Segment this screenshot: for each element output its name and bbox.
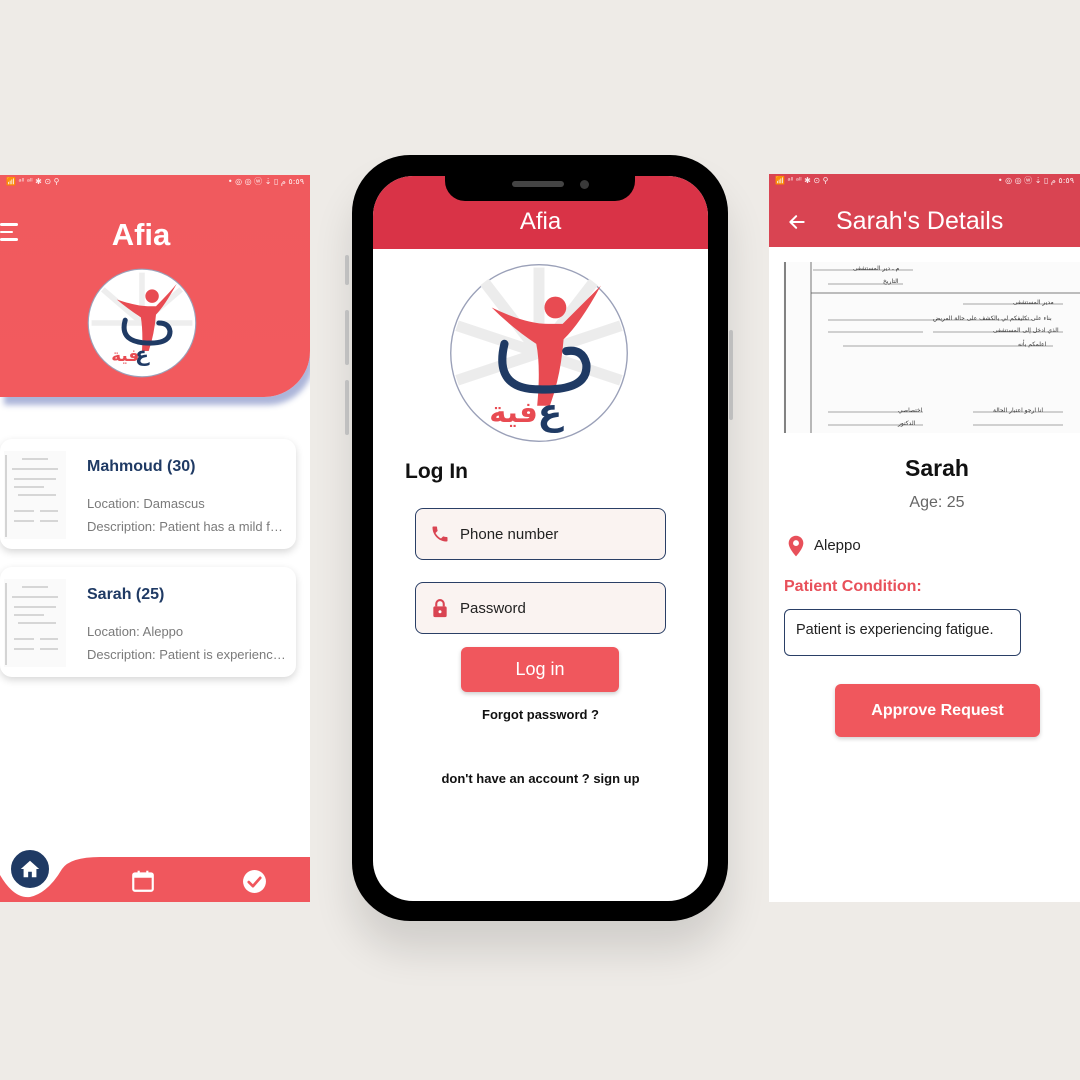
svg-text:اختصاصي: اختصاصي [898,407,923,414]
patient-age: Age: 25 [909,494,965,511]
patient-card[interactable]: Mahmoud (30) Location: Damascus Descript… [0,439,296,549]
phone-side-button [345,255,349,285]
approve-request-button[interactable]: Approve Request [835,684,1040,737]
login-screen: Afia ع فية Log In Log in Forgot password… [373,176,708,901]
page-title: Sarah's Details [836,207,1004,235]
svg-text:ع: ع [537,390,564,433]
phone-power-button [729,330,733,420]
medical-document-image: م ـ دير المستشفى التاريخ مدير المستشفى ب… [783,262,1080,433]
status-bar: 📶 ᵃˡˡ ᵃˡˡ ✱ ⊙ ⚲ • ◎ ◎ ⓦ ⇣ ▯ ٥:٥٩ م [0,175,310,187]
svg-text:فية: فية [489,395,538,429]
patient-name: Mahmoud (30) [87,458,196,475]
patient-name: Sarah [905,455,969,481]
status-bar-left: 📶 ᵃˡˡ ᵃˡˡ ✱ ⊙ ⚲ [6,176,60,186]
patient-location: Aleppo [814,537,861,554]
svg-text:انا ارجو اعتبار الحالة: انا ارجو اعتبار الحالة [993,407,1043,414]
phone-field[interactable] [415,508,666,560]
login-heading: Log In [405,460,468,483]
location-pin-icon [788,535,804,557]
patient-description: Description: Patient is experiencing fat… [87,647,287,662]
phone-icon [420,524,460,544]
condition-field[interactable]: Patient is experiencing fatigue. [784,609,1021,656]
home-icon [20,860,40,878]
status-bar-right: • ◎ ◎ ⓦ ⇣ ▯ ٥:٥٩ م [997,175,1074,185]
afia-logo: ع فية [450,264,628,442]
svg-text:م ـ دير المستشفى: م ـ دير المستشفى [853,265,900,272]
status-bar: 📶 ᵃˡˡ ᵃˡˡ ✱ ⊙ ⚲ • ◎ ◎ ⓦ ⇣ ▯ ٥:٥٩ م [769,174,1080,186]
document-thumbnail [4,451,66,539]
svg-text:اعلمكم بأنه: اعلمكم بأنه [1018,339,1047,348]
svg-text:التاريخ: التاريخ [883,278,899,285]
app-header: 📶 ᵃˡˡ ᵃˡˡ ✱ ⊙ ⚲ • ◎ ◎ ⓦ ⇣ ▯ ٥:٥٩ م Afia … [0,175,310,397]
app-title: Afia [519,208,562,235]
check-circle-icon[interactable] [242,869,267,894]
status-bar-left: 📶 ᵃˡˡ ᵃˡˡ ✱ ⊙ ⚲ [775,175,829,185]
condition-label: Patient Condition: [784,578,922,595]
password-field[interactable] [415,582,666,634]
svg-text:مدير المستشفى: مدير المستشفى [1013,299,1054,306]
patient-location: Location: Aleppo [87,624,184,639]
patient-name: Sarah (25) [87,586,165,603]
patient-details-screen: 📶 ᵃˡˡ ᵃˡˡ ✱ ⊙ ⚲ • ◎ ◎ ⓦ ⇣ ▯ ٥:٥٩ م Sarah… [769,174,1080,902]
svg-text:الدكتور: الدكتور [897,420,916,427]
app-title: Afia [111,217,171,252]
phone-input[interactable] [460,525,650,543]
document-thumbnail [4,579,66,667]
afia-logo: ع فية [87,268,197,378]
patient-description: Description: Patient has a mild fever [87,519,287,534]
back-arrow-icon[interactable] [787,212,807,232]
password-input[interactable] [460,599,650,617]
patient-location: Location: Damascus [87,496,205,511]
patient-card[interactable]: Sarah (25) Location: Aleppo Description:… [0,567,296,677]
forgot-password-link[interactable]: Forgot password ? [373,707,708,722]
lock-icon [420,598,460,618]
app-header: 📶 ᵃˡˡ ᵃˡˡ ✱ ⊙ ⚲ • ◎ ◎ ⓦ ⇣ ▯ ٥:٥٩ م Sarah… [769,174,1080,247]
status-bar-right: • ◎ ◎ ⓦ ⇣ ▯ ٥:٥٩ م [227,176,304,186]
phone-side-button [345,310,349,365]
svg-text:فية: فية [111,345,139,365]
login-button[interactable]: Log in [461,647,619,692]
svg-text:الذي ادخل إلى المستشفى: الذي ادخل إلى المستشفى [993,327,1059,334]
signup-link[interactable]: don't have an account ? sign up [373,771,708,786]
patient-list-screen: 📶 ᵃˡˡ ᵃˡˡ ✱ ⊙ ⚲ • ◎ ◎ ⓦ ⇣ ▯ ٥:٥٩ م Afia … [0,175,310,902]
calendar-icon[interactable] [130,868,156,894]
phone-speaker [512,181,564,187]
phone-side-button [345,380,349,435]
svg-text:بناء على تكليفكم لي بالكشف على: بناء على تكليفكم لي بالكشف على حالة المر… [933,315,1052,322]
home-button[interactable] [8,847,52,891]
phone-camera [580,180,589,189]
